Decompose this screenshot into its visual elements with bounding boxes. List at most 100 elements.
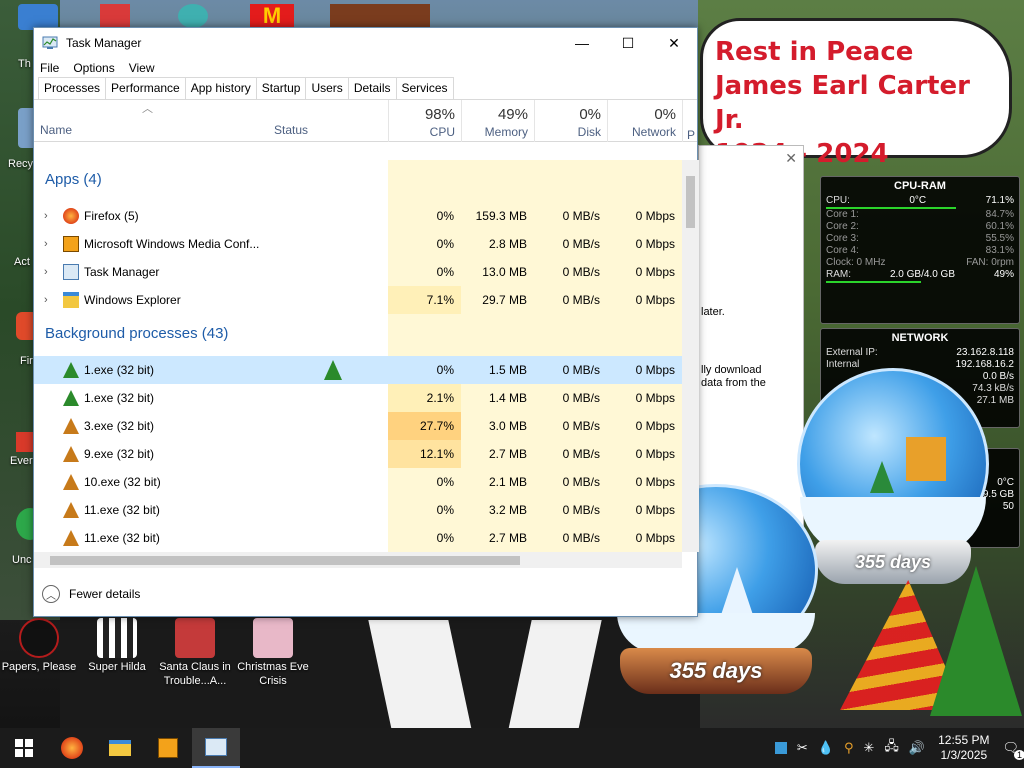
brightness-icon[interactable]: ✳	[864, 740, 875, 756]
process-row[interactable]: 11.exe (32 bit) 0% 2.7 MB 0 MB/s 0 Mbps	[34, 524, 682, 552]
fewer-details-link[interactable]: Fewer details	[69, 587, 140, 601]
network-cell: 0 Mbps	[635, 391, 675, 405]
process-row[interactable]: 1.exe (32 bit) 2.1% 1.4 MB 0 MB/s 0 Mbps	[34, 384, 682, 412]
side-label[interactable]: Fir	[20, 355, 33, 367]
process-name: 3.exe (32 bit)	[84, 419, 155, 433]
tray-app-icon[interactable]: ✂	[797, 740, 808, 756]
desktop-icon-super-hilda[interactable]: Super Hilda	[78, 618, 156, 674]
net-rate: 27.1 MB	[976, 395, 1014, 406]
process-row[interactable]: 1.exe (32 bit) 0% 1.5 MB 0 MB/s 0 Mbps	[34, 356, 682, 384]
chevron-up-icon[interactable]: ︿	[42, 585, 60, 603]
column-network[interactable]: 0% Network	[607, 100, 682, 142]
desktop-icon-top[interactable]	[100, 4, 130, 28]
column-cpu[interactable]: 98% CPU	[388, 100, 461, 142]
menu-file[interactable]: File	[40, 61, 59, 75]
title-bar[interactable]: Task Manager — ☐ ✕	[34, 28, 697, 58]
side-label[interactable]: Recy	[8, 158, 33, 170]
close-button[interactable]: ✕	[651, 28, 697, 58]
start-button[interactable]	[0, 728, 48, 768]
desktop-icon-top[interactable]	[330, 4, 430, 28]
tab-performance[interactable]: Performance	[105, 77, 186, 99]
task-manager-icon	[205, 738, 227, 756]
tab-strip: Processes Performance App history Startu…	[34, 77, 697, 100]
tab-users[interactable]: Users	[305, 77, 349, 99]
ram-label: RAM:	[826, 269, 851, 280]
process-row[interactable]: 11.exe (32 bit) 0% 3.2 MB 0 MB/s 0 Mbps	[34, 496, 682, 524]
volume-icon[interactable]: 🔊	[909, 740, 925, 756]
side-label[interactable]: Ever	[10, 455, 33, 467]
process-row[interactable]: › Microsoft Windows Media Conf... 0% 2.8…	[34, 230, 682, 258]
tab-details[interactable]: Details	[347, 77, 397, 99]
menu-view[interactable]: View	[129, 61, 155, 75]
drive-temp: 0°C	[997, 477, 1014, 488]
exe-icon	[63, 390, 79, 406]
net-rate: 74.3 kB/s	[972, 383, 1014, 394]
process-row[interactable]: 3.exe (32 bit) 27.7% 3.0 MB 0 MB/s 0 Mbp…	[34, 412, 682, 440]
scroll-thumb[interactable]	[686, 176, 695, 228]
column-name[interactable]: Name	[40, 123, 72, 137]
process-row[interactable]: 10.exe (32 bit) 0% 2.1 MB 0 MB/s 0 Mbps	[34, 468, 682, 496]
desktop-icon-top[interactable]	[178, 4, 208, 28]
cpu-cell: 27.7%	[388, 412, 461, 440]
search-icon[interactable]: ⚲	[844, 740, 854, 756]
column-disk[interactable]: 0% Disk	[534, 100, 607, 142]
disk-cell: 0 MB/s	[562, 475, 600, 489]
desktop-icon-papers-please[interactable]: Papers, Please	[0, 618, 78, 674]
mcdonalds-icon[interactable]: M	[250, 4, 294, 28]
taskbar-file-explorer[interactable]	[96, 728, 144, 768]
disk-cell: 0 MB/s	[562, 265, 600, 279]
core-label: Core 1:	[826, 209, 859, 220]
close-icon[interactable]: ✕	[785, 150, 797, 167]
desktop-icon-christmas-eve-crisis[interactable]: Christmas Eve Crisis	[234, 618, 312, 688]
cpu-ram-gadget[interactable]: CPU-RAM CPU: 0°C 71.1% Core 1: 84.7% Core 2…	[820, 176, 1020, 324]
process-row[interactable]: › Windows Explorer 7.1% 29.7 MB 0 MB/s 0…	[34, 286, 682, 314]
menu-options[interactable]: Options	[73, 61, 114, 75]
chevron-right-icon[interactable]: ›	[44, 294, 48, 306]
group-header-apps[interactable]: Apps (4)	[34, 160, 682, 202]
side-label[interactable]: Unc	[12, 554, 32, 566]
taskbar-media-player[interactable]	[144, 728, 192, 768]
clock-label: Clock: 0 MHz	[826, 257, 886, 268]
santa-claus-icon	[175, 618, 215, 658]
taskbar-firefox[interactable]	[48, 728, 96, 768]
dialog-text: later.	[701, 306, 725, 318]
notification-center-icon[interactable]: 🗨 1	[1002, 740, 1024, 760]
tab-startup[interactable]: Startup	[255, 77, 307, 99]
column-power[interactable]: P	[682, 100, 699, 142]
task-manager-window[interactable]: Task Manager — ☐ ✕ File Options View Pro…	[33, 27, 699, 617]
disk-cell: 0 MB/s	[562, 531, 600, 545]
horizontal-scrollbar[interactable]	[34, 552, 682, 568]
process-row[interactable]: › Task Manager 0% 13.0 MB 0 MB/s 0 Mbps	[34, 258, 682, 286]
chevron-right-icon[interactable]: ›	[44, 210, 48, 222]
side-label[interactable]: Th	[18, 58, 31, 70]
clock[interactable]: 12:55 PM 1/3/2025	[938, 733, 989, 763]
vertical-scrollbar[interactable]	[682, 160, 699, 552]
process-list: Apps (4) › Firefox (5) 0% 159.3 MB 0 MB/…	[34, 160, 682, 552]
disk-cell: 0 MB/s	[562, 503, 600, 517]
tab-app-history[interactable]: App history	[184, 77, 257, 99]
process-row[interactable]: 9.exe (32 bit) 12.1% 2.7 MB 0 MB/s 0 Mbp…	[34, 440, 682, 468]
minimize-button[interactable]: —	[559, 28, 605, 58]
process-row[interactable]: › Firefox (5) 0% 159.3 MB 0 MB/s 0 Mbps	[34, 202, 682, 230]
tab-processes[interactable]: Processes	[38, 77, 107, 99]
column-status[interactable]: Status	[274, 123, 308, 137]
network-icon[interactable]: 🖧	[884, 737, 899, 759]
drive-size: 9.5 GB	[982, 489, 1014, 500]
memory-cell: 2.7 MB	[488, 531, 527, 545]
group-header-background[interactable]: Background processes (43)	[34, 314, 682, 356]
dialog-text: data from the	[701, 377, 766, 389]
column-memory[interactable]: 49% Memory	[461, 100, 534, 142]
desktop-icon-santa-claus[interactable]: Santa Claus in Trouble...A...	[156, 618, 234, 688]
tab-services[interactable]: Services	[395, 77, 454, 99]
side-label[interactable]: Act	[14, 256, 30, 268]
maximize-button[interactable]: ☐	[605, 28, 651, 58]
tray-app-icon[interactable]: 💧	[818, 740, 834, 756]
chevron-right-icon[interactable]: ›	[44, 266, 48, 278]
scroll-thumb[interactable]	[50, 556, 520, 565]
clock-time: 12:55 PM	[938, 733, 990, 747]
core-value: 83.1%	[985, 245, 1014, 256]
network-cell: 0 Mbps	[635, 503, 675, 517]
taskbar-task-manager[interactable]	[192, 728, 240, 768]
tray-app-icon[interactable]	[774, 742, 787, 754]
chevron-right-icon[interactable]: ›	[44, 238, 48, 250]
